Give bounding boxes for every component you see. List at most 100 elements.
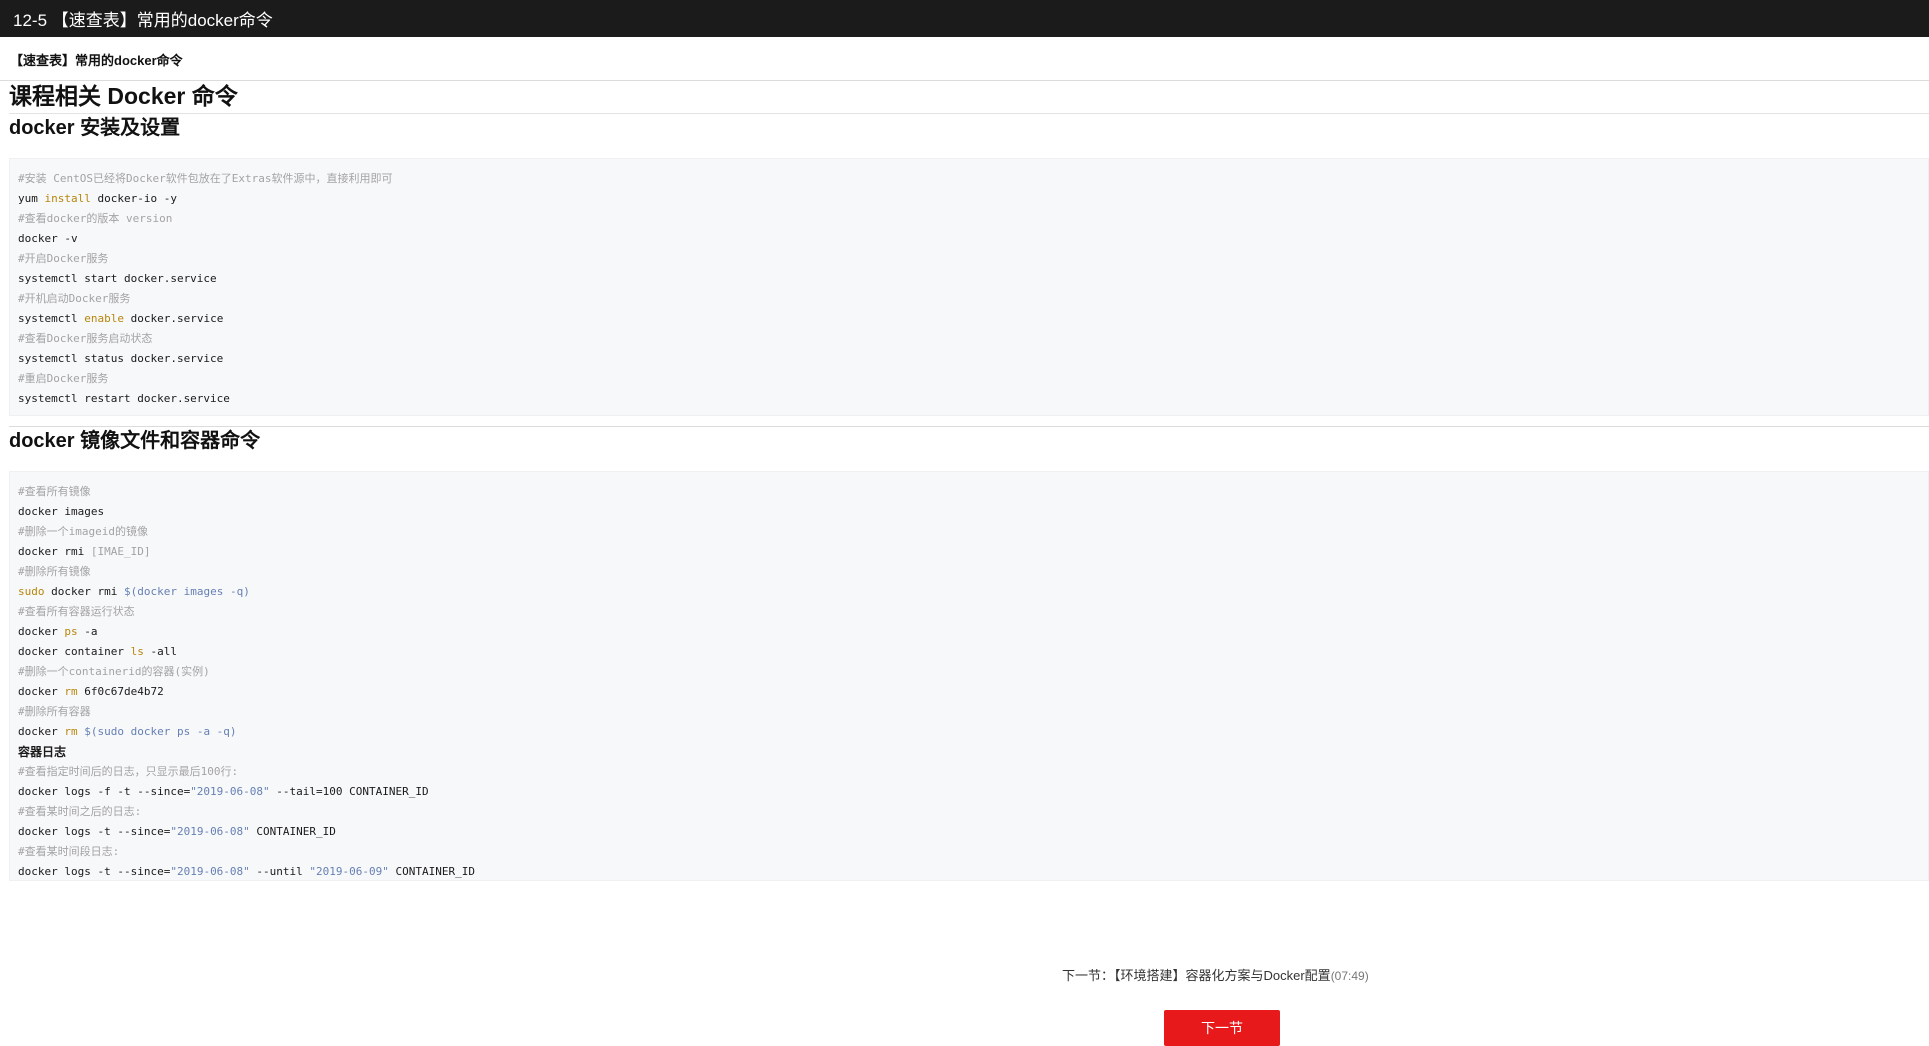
code-token: #删除一个imageid的镜像: [18, 525, 148, 538]
code-line: #查看Docker服务启动状态: [18, 329, 1928, 349]
code-token: CONTAINER_ID: [388, 865, 475, 878]
code-line: docker -v: [18, 229, 1928, 249]
code-line: systemctl start docker.service: [18, 269, 1928, 289]
code-token: "2019-06-09": [309, 865, 389, 878]
code-line: yum install docker-io -y: [18, 189, 1928, 209]
code-block-install[interactable]: #安装 CentOS已经将Docker软件包放在了Extras软件源中，直接利用…: [9, 158, 1929, 416]
code-token: install: [44, 192, 91, 205]
code-line: sudo docker rmi $(docker images -q): [18, 582, 1928, 602]
code-token: 容器日志: [18, 745, 67, 759]
code-token: #查看所有镜像: [18, 485, 91, 498]
page-subtitle: 【速查表】常用的docker命令: [10, 53, 183, 68]
code-token: "2019-06-08": [190, 785, 270, 798]
code-token: yum: [18, 192, 45, 205]
code-line: #开启Docker服务: [18, 249, 1928, 269]
code-token: #查看某时间之后的日志:: [18, 805, 142, 818]
code-token: enable: [84, 312, 124, 325]
code-line: docker rmi [IMAE_ID]: [18, 542, 1928, 562]
code-line: systemctl status docker.service: [18, 349, 1928, 369]
code-token: docker: [18, 725, 65, 738]
code-token: [IMAE_ID]: [90, 545, 151, 558]
window-title: 12-5 【速查表】常用的docker命令: [13, 11, 273, 30]
code-token: #删除一个containerid的容器(实例): [18, 665, 210, 678]
code-line: #查看docker的版本 version: [18, 209, 1928, 229]
page-title: 课程相关 Docker 命令: [9, 81, 1929, 114]
next-lesson-duration: (07:49): [1330, 969, 1369, 983]
code-line: docker logs -f -t --since="2019-06-08" -…: [18, 782, 1928, 802]
code-token: --tail=100 CONTAINER_ID: [269, 785, 429, 798]
code-token: #查看所有容器运行状态: [18, 605, 135, 618]
section-heading-images: docker 镜像文件和容器命令: [9, 430, 261, 452]
code-line: docker logs -t --since="2019-06-08" --un…: [18, 862, 1928, 880]
code-token: "2019-06-08": [170, 825, 250, 838]
code-token: -a: [77, 625, 98, 638]
code-line: #查看所有镜像: [18, 482, 1928, 502]
code-token: ls: [130, 645, 144, 658]
code-token: #删除所有镜像: [18, 565, 91, 578]
code-line: 容器日志: [18, 742, 1928, 762]
next-lesson-button[interactable]: 下一节: [1164, 1010, 1280, 1046]
code-token: ps: [64, 625, 78, 638]
code-token: systemctl: [18, 312, 85, 325]
article-content: 课程相关 Docker 命令 docker 安装及设置 #安装 CentOS已经…: [9, 81, 1929, 881]
code-token: rm: [64, 685, 78, 698]
code-line: #删除一个containerid的容器(实例): [18, 662, 1928, 682]
code-token: #查看指定时间后的日志，只显示最后100行:: [18, 765, 239, 778]
code-line: #查看所有容器运行状态: [18, 602, 1928, 622]
code-line: docker rm 6f0c67de4b72: [18, 682, 1928, 702]
code-token: docker: [18, 625, 65, 638]
code-token: systemctl start docker.service: [18, 272, 217, 285]
code-token: 6f0c67de4b72: [77, 685, 164, 698]
window-title-bar: 12-5 【速查表】常用的docker命令: [0, 0, 1929, 37]
code-line: #删除一个imageid的镜像: [18, 522, 1928, 542]
code-line: docker container ls -all: [18, 642, 1928, 662]
code-token: docker: [18, 685, 65, 698]
code-token: #查看某时间段日志:: [18, 845, 120, 858]
code-line: #删除所有镜像: [18, 562, 1928, 582]
code-token: docker rmi: [18, 545, 91, 558]
code-line: #查看某时间段日志:: [18, 842, 1928, 862]
code-token: CONTAINER_ID: [249, 825, 336, 838]
code-line: docker ps -a: [18, 622, 1928, 642]
code-token: systemctl restart docker.service: [18, 392, 230, 405]
code-line: systemctl enable docker.service: [18, 309, 1928, 329]
code-line: #重启Docker服务: [18, 369, 1928, 389]
code-token: sudo: [18, 585, 45, 598]
code-line: docker rm $(sudo docker ps -a -q): [18, 722, 1928, 742]
code-token: docker.service: [123, 312, 224, 325]
code-token: #开机启动Docker服务: [18, 292, 131, 305]
code-token: "2019-06-08": [170, 865, 250, 878]
code-line: #开机启动Docker服务: [18, 289, 1928, 309]
code-token: docker rmi: [44, 585, 124, 598]
code-token: -all: [143, 645, 177, 658]
code-block-images[interactable]: #查看所有镜像 docker images #删除一个imageid的镜像 docke…: [9, 471, 1929, 881]
code-token: #查看docker的版本 version: [18, 212, 173, 225]
code-line: docker logs -t --since="2019-06-08" CONT…: [18, 822, 1928, 842]
code-token: --until: [249, 865, 310, 878]
code-token: docker logs -t --since=: [18, 865, 171, 878]
code-token: docker-io -y: [90, 192, 177, 205]
code-token: docker logs -f -t --since=: [18, 785, 191, 798]
next-lesson-link[interactable]: 下一节：【环境搭建】容器化方案与Docker配置(07:49): [1062, 965, 1369, 984]
code-line: docker images: [18, 502, 1928, 522]
code-line: systemctl restart docker.service: [18, 389, 1928, 409]
code-token: #重启Docker服务: [18, 372, 109, 385]
code-line: #安装 CentOS已经将Docker软件包放在了Extras软件源中，直接利用…: [18, 169, 1928, 189]
code-token: $(docker images -q): [123, 585, 250, 598]
section-heading-install: docker 安装及设置: [9, 117, 181, 139]
code-token: #安装 CentOS已经将Docker软件包放在了Extras软件源中，直接利用…: [18, 172, 393, 185]
code-token: $(sudo docker ps -a -q): [84, 725, 237, 738]
next-lesson-title: 下一节：【环境搭建】容器化方案与Docker配置: [1062, 968, 1331, 983]
code-token: #查看Docker服务启动状态: [18, 332, 153, 345]
code-token: docker -v: [18, 232, 78, 245]
code-line: #查看某时间之后的日志:: [18, 802, 1928, 822]
code-line: #查看指定时间后的日志，只显示最后100行:: [18, 762, 1928, 782]
code-token: #开启Docker服务: [18, 252, 109, 265]
code-token: systemctl status docker.service: [18, 352, 224, 365]
code-line: #删除所有容器: [18, 702, 1928, 722]
code-token: docker images: [18, 505, 105, 518]
code-token: rm: [64, 725, 78, 738]
code-token: #删除所有容器: [18, 705, 91, 718]
code-token: docker container: [18, 645, 131, 658]
code-token: docker logs -t --since=: [18, 825, 171, 838]
